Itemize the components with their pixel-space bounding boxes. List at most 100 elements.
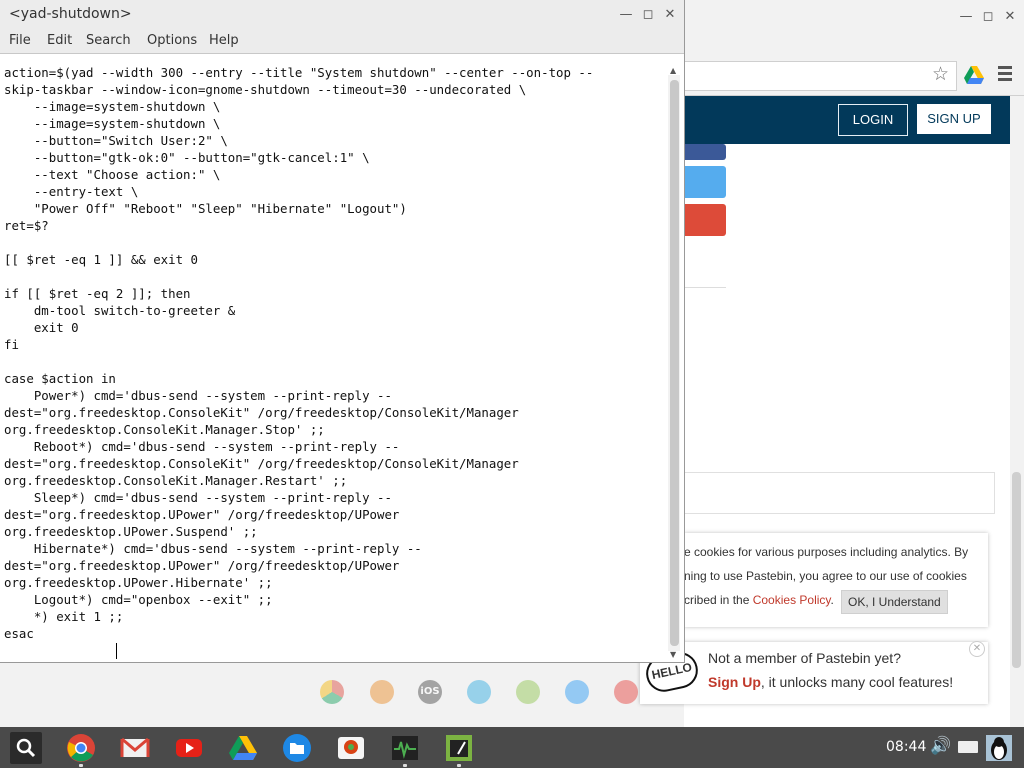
code-line: Logout*) cmd="openbox --exit" ;; bbox=[4, 592, 273, 607]
volume-icon[interactable]: 🔊 bbox=[930, 736, 951, 756]
code-line: case $action in bbox=[4, 371, 116, 386]
firefox-logo-icon[interactable] bbox=[370, 680, 394, 704]
cookie-notice: e cookies for various purposes including… bbox=[684, 533, 988, 627]
code-line: dest="org.freedesktop.UPower" /org/freed… bbox=[4, 507, 400, 522]
signup-prompt: HELLO Not a member of Pastebin yet? Sign… bbox=[640, 641, 988, 704]
ios-logo-icon[interactable]: iOS bbox=[418, 680, 442, 704]
scroll-up-icon[interactable]: ▲ bbox=[670, 66, 676, 75]
code-line: esac bbox=[4, 626, 34, 641]
opera-logo-icon[interactable] bbox=[614, 680, 638, 704]
search-icon bbox=[16, 738, 36, 758]
code-line: org.freedesktop.ConsoleKit.Manager.Stop'… bbox=[4, 422, 325, 437]
system-monitor-icon[interactable] bbox=[390, 733, 420, 763]
code-line: Reboot*) cmd='dbus-send --system --print… bbox=[4, 439, 400, 454]
code-line: org.freedesktop.UPower.Suspend' ;; bbox=[4, 524, 258, 539]
close-icon[interactable]: ✕ bbox=[969, 641, 985, 657]
menu-search[interactable]: Search bbox=[86, 33, 131, 48]
keyboard-icon[interactable] bbox=[958, 741, 978, 753]
code-line: dest="org.freedesktop.ConsoleKit" /org/f… bbox=[4, 456, 519, 471]
address-bar[interactable] bbox=[684, 61, 957, 91]
site-header: LOGIN SIGN UP bbox=[684, 96, 1010, 144]
maximize-icon[interactable]: ◻ bbox=[980, 9, 996, 25]
windows-logo-icon[interactable] bbox=[467, 680, 491, 704]
signup-link[interactable]: Sign Up bbox=[708, 674, 761, 690]
code-line: --image=system-shutdown \ bbox=[4, 99, 221, 114]
android-logo-icon[interactable] bbox=[516, 680, 540, 704]
signup-button[interactable]: SIGN UP bbox=[917, 104, 991, 134]
code-line: ret=$? bbox=[4, 218, 49, 233]
code-line: exit 0 bbox=[4, 320, 79, 335]
menu-edit[interactable]: Edit bbox=[47, 33, 72, 48]
code-line: dest="org.freedesktop.ConsoleKit" /org/f… bbox=[4, 405, 519, 420]
app-launcher-button[interactable] bbox=[10, 732, 42, 764]
chrome-logo-icon[interactable] bbox=[320, 680, 344, 704]
cookies-policy-link[interactable]: Cookies Policy bbox=[753, 593, 831, 607]
twitter-share-button[interactable] bbox=[684, 166, 726, 198]
cookie-text-line1: e cookies for various purposes including… bbox=[684, 545, 969, 559]
close-icon[interactable]: ✕ bbox=[1002, 9, 1018, 25]
code-line: [[ $ret -eq 1 ]] && exit 0 bbox=[4, 252, 198, 267]
code-line: Hibernate*) cmd='dbus-send --system --pr… bbox=[4, 541, 422, 556]
editor-titlebar: <yad-shutdown> — ◻ ✕ bbox=[0, 0, 684, 30]
signup-prompt-tail: , it unlocks many cool features! bbox=[760, 674, 954, 690]
gmail-icon[interactable] bbox=[120, 733, 150, 763]
youtube-icon[interactable] bbox=[174, 733, 204, 763]
close-icon[interactable]: ✕ bbox=[662, 7, 678, 23]
google-share-button[interactable] bbox=[684, 204, 726, 236]
code-line: --text "Choose action:" \ bbox=[4, 167, 221, 182]
editor-window: <yad-shutdown> — ◻ ✕ File Edit Search Op… bbox=[0, 0, 685, 663]
code-line: skip-taskbar --window-icon=gnome-shutdow… bbox=[4, 82, 527, 97]
running-indicator bbox=[457, 764, 461, 767]
menu-options[interactable]: Options bbox=[147, 33, 197, 48]
clock[interactable]: 08:44 bbox=[886, 739, 926, 755]
window-title: <yad-shutdown> bbox=[9, 6, 132, 22]
code-line: Power*) cmd='dbus-send --system --print-… bbox=[4, 388, 392, 403]
code-line: Sleep*) cmd='dbus-send --system --print-… bbox=[4, 490, 392, 505]
login-button[interactable]: LOGIN bbox=[838, 104, 908, 136]
app-dock: iOS bbox=[318, 680, 648, 708]
files-icon[interactable] bbox=[282, 733, 312, 763]
text-caret bbox=[116, 643, 117, 659]
maximize-icon[interactable]: ◻ bbox=[640, 7, 656, 23]
code-line: "Power Off" "Reboot" "Sleep" "Hibernate"… bbox=[4, 201, 407, 216]
avatar[interactable] bbox=[986, 735, 1012, 761]
bookmark-star-icon[interactable]: ☆ bbox=[932, 63, 949, 85]
penguin-icon bbox=[991, 737, 1007, 760]
text-field[interactable] bbox=[684, 472, 995, 514]
menu-file[interactable]: File bbox=[9, 33, 31, 48]
scroll-down-icon[interactable]: ▼ bbox=[670, 650, 676, 659]
running-indicator bbox=[403, 764, 407, 767]
code-line: fi bbox=[4, 337, 19, 352]
editor-scrollbar-thumb[interactable] bbox=[670, 80, 679, 646]
code-line: if [[ $ret -eq 2 ]]; then bbox=[4, 286, 191, 301]
x-logo-icon[interactable] bbox=[565, 680, 589, 704]
text-editor-icon[interactable] bbox=[444, 733, 474, 763]
minimize-icon[interactable]: — bbox=[958, 9, 974, 25]
cookie-text-line2: ning to use Pastebin, you agree to our u… bbox=[684, 569, 967, 583]
page-scrollbar-thumb[interactable] bbox=[1012, 472, 1021, 668]
code-line: --entry-text \ bbox=[4, 184, 139, 199]
running-indicator bbox=[79, 764, 83, 767]
webpage: LOGIN SIGN UP bbox=[684, 96, 1010, 727]
cookie-accept-button[interactable]: OK, I Understand bbox=[841, 590, 948, 614]
google-drive-icon[interactable] bbox=[964, 66, 984, 84]
chrome-icon[interactable] bbox=[66, 733, 96, 763]
code-line: dm-tool switch-to-greeter & bbox=[4, 303, 236, 318]
menu-help[interactable]: Help bbox=[209, 33, 239, 48]
code-line: action=$(yad --width 300 --entry --title… bbox=[4, 65, 594, 80]
google-drive-icon[interactable] bbox=[228, 733, 258, 763]
facebook-share-button[interactable] bbox=[684, 144, 726, 160]
code-line: eval $cmd bbox=[4, 659, 116, 661]
code-line: --image=system-shutdown \ bbox=[4, 116, 221, 131]
menu-bar: File Edit Search Options Help bbox=[0, 30, 684, 54]
code-line: dest="org.freedesktop.UPower" /org/freed… bbox=[4, 558, 400, 573]
divider bbox=[684, 287, 726, 288]
cookie-text-line3-suffix: . bbox=[830, 593, 834, 607]
app-icon[interactable] bbox=[336, 733, 366, 763]
chrome-menu-icon[interactable] bbox=[998, 66, 1012, 82]
text-area[interactable]: action=$(yad --width 300 --entry --title… bbox=[0, 64, 666, 661]
code-line: org.freedesktop.ConsoleKit.Manager.Resta… bbox=[4, 473, 348, 488]
taskbar: 08:44 🔊 bbox=[0, 727, 1024, 768]
cookie-text-line3-prefix: cribed in the bbox=[684, 593, 753, 607]
minimize-icon[interactable]: — bbox=[618, 7, 634, 23]
